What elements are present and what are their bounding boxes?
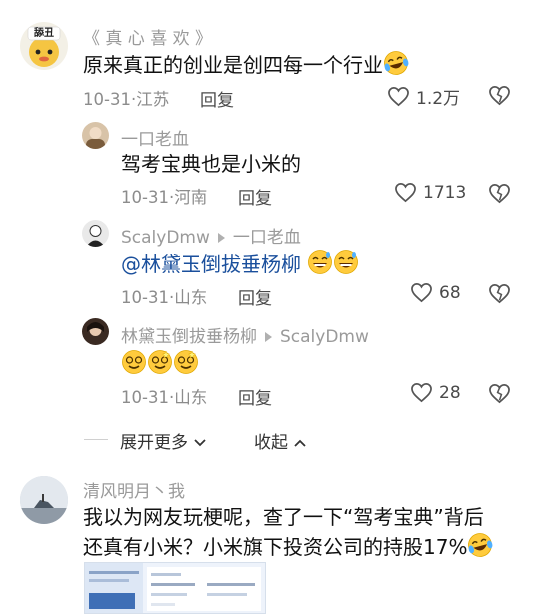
like-count: 1.2万 [416,89,461,109]
reply-text: @林黛玉倒拔垂杨柳 [121,249,359,282]
reply-to-arrow-icon [217,233,225,243]
attached-image[interactable] [84,562,266,614]
comment-username[interactable]: 清风明月丶我 [83,477,185,502]
avatar[interactable] [82,122,109,149]
broken-heart-icon [489,86,510,106]
broken-heart-icon [489,284,510,304]
reply-button[interactable]: 回复 [238,184,272,209]
reply-button[interactable]: 回复 [238,284,272,309]
heart-outline-icon [411,383,432,403]
grinning-sweat-emoji [307,249,333,282]
like-count: 1713 [423,182,467,203]
comment-text-line-1: 我以为网友玩梗呢，查了一下“驾考宝典”背后 [83,505,484,529]
reply-meta: 10-31·河南 [121,188,208,207]
like-button[interactable]: 68 [410,282,461,303]
divider [84,439,108,440]
heart-outline-icon [395,183,416,203]
comment-username[interactable]: 《 真 心 喜 欢 》 [83,24,212,49]
reply-to-arrow-icon [265,332,272,342]
avatar-text: 舔丑 [34,28,54,39]
dizzy-face-emoji [173,349,199,382]
tears-of-joy-emoji [383,50,409,83]
dislike-button[interactable] [488,383,511,408]
comment-text: 原来真正的创业是创四每一个行业 [83,50,409,83]
broken-heart-icon [489,384,510,404]
reply-button[interactable]: 回复 [200,86,234,111]
like-count: 28 [439,382,461,403]
reply-username[interactable]: ScalyDmw 一口老血 [121,223,301,248]
expand-more-button[interactable]: 展开更多 [120,428,207,453]
comment-text-line-2: 还真有小米？小米旗下投资公司的持股17% [83,532,493,565]
like-count: 68 [439,282,461,303]
avatar[interactable] [20,476,68,524]
dislike-button[interactable] [488,85,511,110]
reply-text: 驾考宝典也是小米的 [121,152,301,176]
reply-username[interactable]: 一口老血 [121,125,189,150]
heart-outline-icon [388,87,409,107]
heart-outline-icon [411,283,432,303]
reply-meta: 10-31·山东 [121,388,208,407]
mention-link[interactable]: @林黛玉倒拔垂杨柳 [121,252,301,276]
chevron-down-icon [194,439,207,447]
dizzy-face-emoji [147,349,173,382]
collapse-button[interactable]: 收起 [254,428,307,453]
dislike-button[interactable] [488,283,511,308]
reply-text [121,349,199,382]
avatar[interactable] [82,220,109,247]
like-button[interactable]: 1.2万 [387,84,460,109]
chevron-up-icon [294,439,307,447]
tears-of-joy-emoji [467,532,493,565]
dislike-button[interactable] [488,183,511,208]
reply-button[interactable]: 回复 [238,384,272,409]
reply-meta: 10-31·山东 [121,288,208,307]
dizzy-face-emoji [121,349,147,382]
grinning-sweat-emoji [333,249,359,282]
avatar[interactable] [82,318,109,345]
broken-heart-icon [489,184,510,204]
like-button[interactable]: 28 [410,382,461,403]
reply-username[interactable]: 林黛玉倒拔垂杨柳 ScalyDmw [121,322,369,347]
avatar[interactable]: 舔丑 [20,22,68,70]
comment-meta: 10-31·江苏 [83,90,170,109]
like-button[interactable]: 1713 [394,182,466,203]
